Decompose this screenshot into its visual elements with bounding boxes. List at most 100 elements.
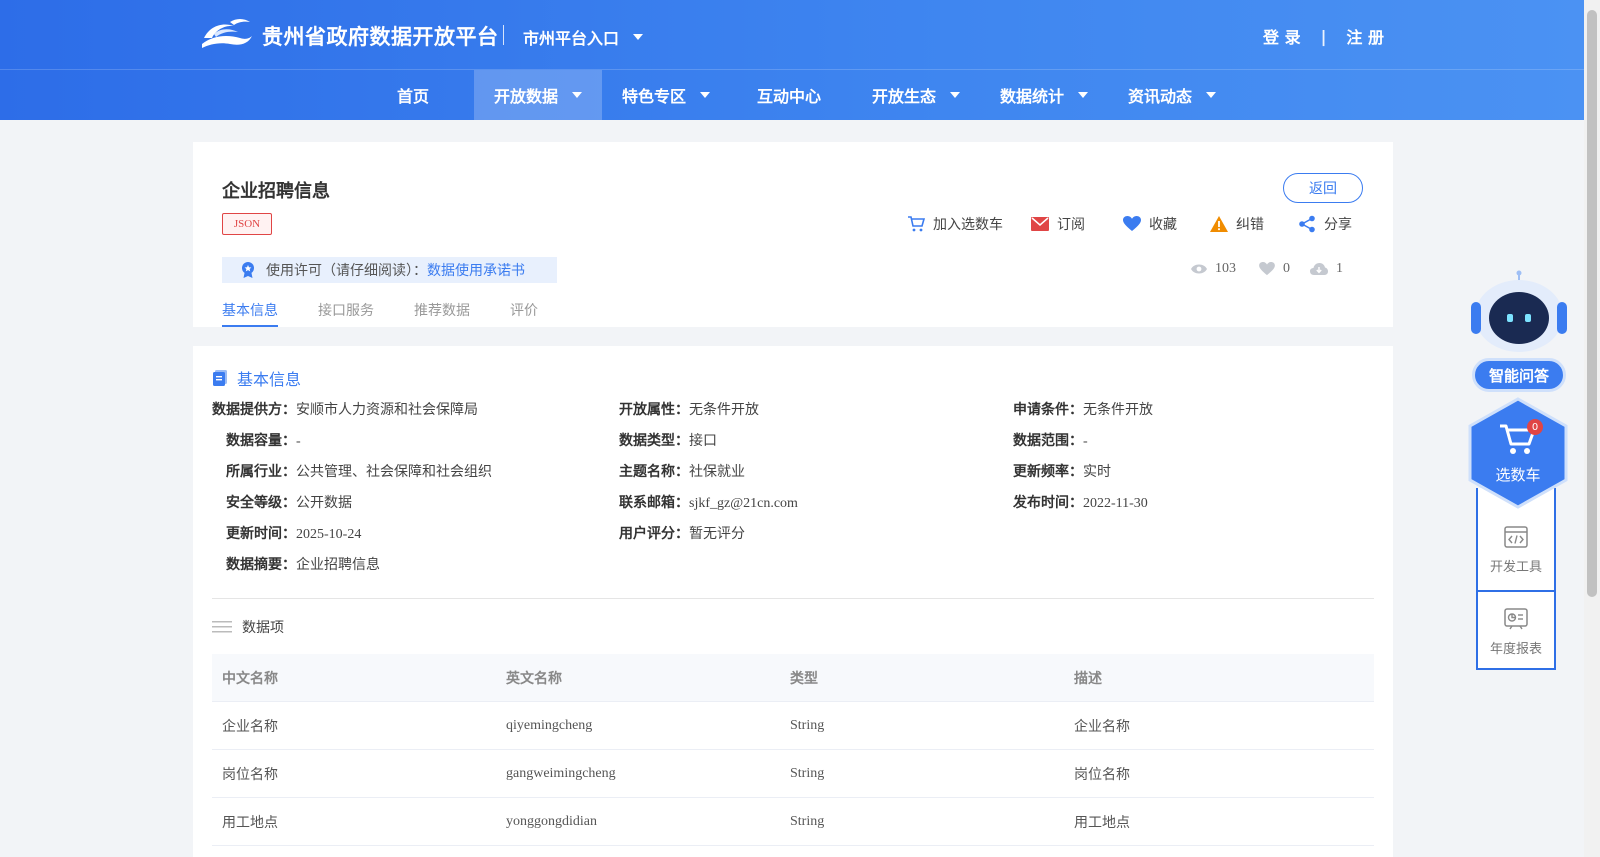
report-icon — [1504, 607, 1528, 629]
nav-item-label: 特色专区 — [621, 87, 686, 106]
favorite-button[interactable]: 收藏 — [1123, 214, 1177, 234]
ai-assistant-button[interactable]: 智能问答 — [1472, 358, 1566, 392]
field-value: 安顺市人力资源和社会保障局 — [296, 403, 478, 418]
tab-review[interactable]: 评价 — [510, 292, 538, 327]
cart-icon — [908, 216, 925, 232]
add-to-cart-button[interactable]: 加入选数车 — [907, 214, 1003, 234]
column-header: 描述 — [1074, 671, 1102, 687]
column-header: 类型 — [790, 671, 818, 687]
data-items-heading: 数据项 — [212, 617, 284, 637]
field-label: 数据范围： — [1013, 433, 1083, 449]
city-platform-label: 市州平台入口 — [523, 29, 620, 48]
tab-api-service[interactable]: 接口服务 — [318, 292, 374, 327]
license-bar: 使用许可（请仔细阅读）： 数据使用承诺书 — [222, 257, 557, 283]
nav-item-statistics[interactable]: 数据统计 — [990, 70, 1098, 120]
logo-icon[interactable] — [200, 16, 252, 52]
views-count: 103 — [1215, 261, 1236, 276]
detail-tabs: 基本信息 接口服务 推荐数据 评价 — [222, 292, 578, 327]
data-items-table: 中文名称 英文名称 类型 描述 企业名称 qiyemingcheng Strin… — [212, 654, 1374, 846]
badge-icon — [242, 262, 254, 278]
cart-count-badge: 0 — [1527, 419, 1543, 435]
nav-item-news[interactable]: 资讯动态 — [1118, 70, 1226, 120]
report-error-label: 纠错 — [1236, 217, 1264, 233]
data-cart-button[interactable]: 0 选数车 — [1466, 396, 1570, 510]
auth-separator: | — [1320, 26, 1327, 46]
basic-info-card: 基本信息 数据提供方：安顺市人力资源和社会保障局 数据容量：- 所属行业：公共管… — [193, 346, 1393, 857]
table-cell: gangweimingcheng — [506, 766, 616, 781]
dev-tools-label: 开发工具 — [1489, 559, 1542, 575]
nav-item-home[interactable]: 首页 — [384, 70, 442, 120]
nav-item-special-zone[interactable]: 特色专区 — [612, 70, 720, 120]
downloads-count: 1 — [1336, 261, 1343, 276]
annual-report-button[interactable]: 年度报表 — [1478, 592, 1554, 672]
field-value: 无条件开放 — [1083, 403, 1153, 418]
share-icon — [1299, 215, 1315, 233]
chevron-down-icon — [572, 92, 582, 98]
nav-item-ecosystem[interactable]: 开放生态 — [862, 70, 970, 120]
likes-count: 0 — [1283, 261, 1290, 276]
field-provider: 数据提供方：安顺市人力资源和社会保障局 — [212, 399, 478, 419]
nav-item-interaction[interactable]: 互动中心 — [749, 70, 829, 120]
report-error-button[interactable]: 纠错 — [1210, 214, 1264, 234]
field-value: 2022-11-30 — [1083, 496, 1148, 511]
field-label: 数据摘要： — [226, 557, 296, 573]
nav-item-label: 首页 — [396, 87, 429, 106]
dev-tools-button[interactable]: 开发工具 — [1478, 510, 1554, 590]
code-icon — [1504, 525, 1528, 548]
subscribe-button[interactable]: 订阅 — [1031, 214, 1085, 234]
table-cell: String — [790, 766, 825, 781]
share-button[interactable]: 分享 — [1298, 214, 1352, 234]
mail-icon — [1031, 217, 1049, 231]
chevron-down-icon — [1078, 92, 1088, 98]
favorite-label: 收藏 — [1149, 217, 1177, 233]
field-label: 数据容量： — [226, 433, 296, 449]
site-title[interactable]: 贵州省政府数据开放平台 — [262, 21, 499, 51]
views-stat: 103 — [1191, 261, 1236, 277]
nav-item-label: 开放数据 — [493, 87, 558, 106]
add-to-cart-label: 加入选数车 — [933, 217, 1003, 233]
chevron-down-icon — [700, 92, 710, 98]
field-email: 联系邮箱：sjkf_gz@21cn.com — [619, 492, 798, 512]
license-label: 使用许可（请仔细阅读）： — [266, 263, 427, 279]
field-apply-cond: 申请条件：无条件开放 — [1013, 399, 1153, 419]
table-cell: 用工地点 — [1074, 815, 1130, 831]
field-value: 暂无评分 — [689, 527, 745, 542]
auth-links: 登 录 | 注 册 — [1263, 24, 1384, 48]
tab-basic-info[interactable]: 基本信息 — [222, 292, 278, 327]
basic-info-heading: 基本信息 — [213, 366, 301, 390]
robot-icon[interactable] — [1471, 270, 1567, 356]
register-link[interactable]: 注 册 — [1346, 24, 1384, 48]
back-button[interactable]: 返回 — [1283, 173, 1363, 203]
table-header-row: 中文名称 英文名称 类型 描述 — [212, 654, 1374, 702]
data-items-title: 数据项 — [242, 620, 284, 636]
scrollbar-thumb[interactable] — [1587, 10, 1597, 597]
top-bar: 贵州省政府数据开放平台 市州平台入口 登 录 | 注 册 — [0, 0, 1584, 70]
field-rating: 用户评分：暂无评分 — [619, 523, 745, 543]
field-label: 安全等级： — [226, 495, 296, 511]
field-value: - — [1083, 434, 1088, 449]
table-cell: qiyemingcheng — [506, 718, 593, 733]
annual-report-label: 年度报表 — [1489, 641, 1542, 657]
nav-item-open-data[interactable]: 开放数据 — [474, 70, 602, 120]
field-theme: 主题名称：社保就业 — [619, 461, 745, 481]
tab-recommended[interactable]: 推荐数据 — [414, 292, 470, 327]
field-label: 用户评分： — [619, 526, 689, 542]
nav-item-label: 开放生态 — [871, 87, 936, 106]
login-link[interactable]: 登 录 — [1263, 24, 1301, 48]
table-cell: 企业名称 — [222, 719, 278, 735]
side-tool-box: 开发工具 年度报表 — [1476, 488, 1556, 670]
field-label: 发布时间： — [1013, 495, 1083, 511]
field-value: - — [296, 434, 301, 449]
nav-item-label: 数据统计 — [999, 87, 1064, 106]
license-link[interactable]: 数据使用承诺书 — [427, 260, 525, 280]
field-label: 更新时间： — [226, 526, 296, 542]
table-cell: 岗位名称 — [1074, 767, 1130, 783]
table-cell: yonggongdidian — [506, 814, 597, 829]
chevron-down-icon — [950, 92, 960, 98]
field-value: 无条件开放 — [689, 403, 759, 418]
column-header: 英文名称 — [506, 671, 562, 687]
city-platform-dropdown[interactable]: 市州平台入口 — [523, 25, 644, 49]
column-header: 中文名称 — [222, 671, 278, 687]
nav-item-label: 资讯动态 — [1127, 87, 1192, 106]
field-publish: 发布时间：2022-11-30 — [1013, 492, 1148, 512]
